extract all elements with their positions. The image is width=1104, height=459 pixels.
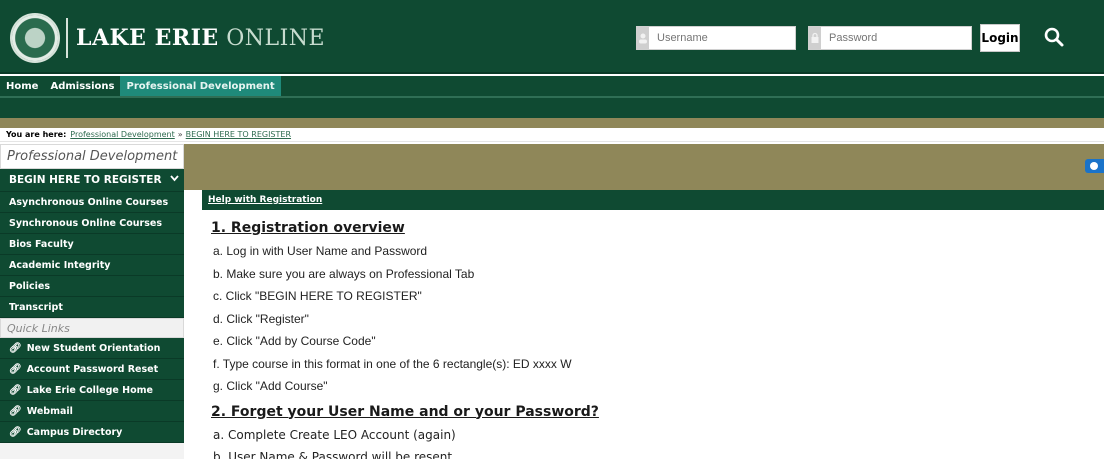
step-item: c. Click "BEGIN HERE TO REGISTER"	[213, 289, 422, 304]
quick-link-orientation[interactable]: 🔗︎ New Student Orientation	[0, 338, 184, 359]
link-icon: 🔗︎	[9, 384, 22, 396]
sidebar-item-bios-faculty[interactable]: Bios Faculty	[0, 234, 184, 255]
site-logo[interactable]: LAKE ERIE ONLINE	[10, 13, 325, 63]
content-body: 1. Registration overview a. Log in with …	[202, 210, 1104, 459]
main-nav: Home Admissions Professional Development	[0, 76, 1104, 96]
section-title-forgot-credentials: 2. Forget your User Name and or your Pas…	[211, 403, 599, 420]
logo-text-light: ONLINE	[218, 26, 326, 51]
step-item: e. Click "Add by Course Code"	[213, 334, 376, 349]
quick-link-label: Webmail	[26, 405, 73, 417]
sub-nav-band	[0, 98, 1104, 118]
quick-link-campus-directory[interactable]: 🔗︎ Campus Directory	[0, 422, 184, 443]
breadcrumb-link-begin-here[interactable]: BEGIN HERE TO REGISTER	[186, 130, 291, 139]
link-icon: 🔗︎	[9, 342, 22, 354]
breadcrumb: You are here: Professional Development »…	[0, 128, 1104, 142]
step-item: b. User Name & Password will be resent	[213, 450, 453, 459]
step-item: d. Click "Register"	[213, 311, 309, 326]
search-icon[interactable]	[1043, 26, 1065, 48]
site-header: LAKE ERIE ONLINE Login	[0, 0, 1104, 74]
sidebar-item-begin-here[interactable]: BEGIN HERE TO REGISTER	[0, 169, 184, 192]
quick-link-password-reset[interactable]: 🔗︎ Account Password Reset	[0, 359, 184, 380]
step-item: b. Make sure you are always on Professio…	[213, 266, 475, 281]
step-item: a. Complete Create LEO Account (again)	[213, 427, 456, 442]
nav-item-professional-development[interactable]: Professional Development	[120, 76, 281, 96]
sidebar-item-label: BEGIN HERE TO REGISTER	[9, 174, 162, 186]
tan-band	[0, 118, 1104, 128]
login-button[interactable]: Login	[980, 24, 1020, 52]
breadcrumb-link-professional-development[interactable]: Professional Development	[70, 130, 174, 139]
password-field	[808, 26, 972, 50]
password-input[interactable]	[821, 27, 971, 49]
sidebar: Professional Development BEGIN HERE TO R…	[0, 144, 184, 459]
quick-link-label: Lake Erie College Home	[26, 384, 153, 396]
username-input[interactable]	[649, 27, 799, 49]
logo-text: LAKE ERIE ONLINE	[76, 25, 325, 51]
quick-link-webmail[interactable]: 🔗︎ Webmail	[0, 401, 184, 422]
page-root: LAKE ERIE ONLINE Login Home Admissions P…	[0, 0, 1104, 459]
quick-link-label: Campus Directory	[26, 426, 123, 438]
breadcrumb-separator: »	[177, 130, 183, 139]
link-icon: 🔗︎	[9, 426, 22, 438]
quick-link-college-home[interactable]: 🔗︎ Lake Erie College Home	[0, 380, 184, 401]
feedback-tab-icon[interactable]	[1085, 159, 1104, 173]
quick-links-heading: Quick Links	[0, 318, 184, 338]
sidebar-item-asynchronous[interactable]: Asynchronous Online Courses	[0, 192, 184, 213]
sidebar-item-transcript[interactable]: Transcript	[0, 297, 184, 318]
help-with-registration-link[interactable]: Help with Registration	[202, 190, 1104, 210]
main-gutter	[184, 190, 202, 459]
sidebar-item-policies[interactable]: Policies	[0, 276, 184, 297]
user-icon	[637, 27, 649, 49]
step-item: f. Type course in this format in one of …	[213, 356, 572, 371]
sidebar-heading: Professional Development	[0, 144, 184, 169]
quick-link-label: Account Password Reset	[26, 363, 159, 375]
username-field	[636, 26, 799, 50]
logo-divider	[66, 18, 68, 58]
sidebar-item-academic-integrity[interactable]: Academic Integrity	[0, 255, 184, 276]
section-title-registration-overview: 1. Registration overview	[211, 220, 405, 236]
step-item: a. Log in with User Name and Password	[213, 244, 428, 259]
quick-link-label: New Student Orientation	[26, 342, 161, 354]
link-icon: 🔗︎	[9, 405, 22, 417]
college-seal-icon	[10, 13, 60, 63]
chevron-down-icon	[169, 175, 179, 185]
link-icon: 🔗︎	[9, 363, 22, 375]
step-item: g. Click "Add Course"	[213, 379, 328, 394]
nav-item-admissions[interactable]: Admissions	[44, 76, 120, 96]
main-top-band	[184, 144, 1104, 190]
breadcrumb-label: You are here:	[6, 130, 67, 139]
lock-icon	[809, 27, 821, 49]
logo-text-strong: LAKE ERIE	[76, 25, 219, 51]
nav-item-home[interactable]: Home	[0, 76, 44, 96]
sidebar-item-synchronous[interactable]: Synchronous Online Courses	[0, 213, 184, 234]
